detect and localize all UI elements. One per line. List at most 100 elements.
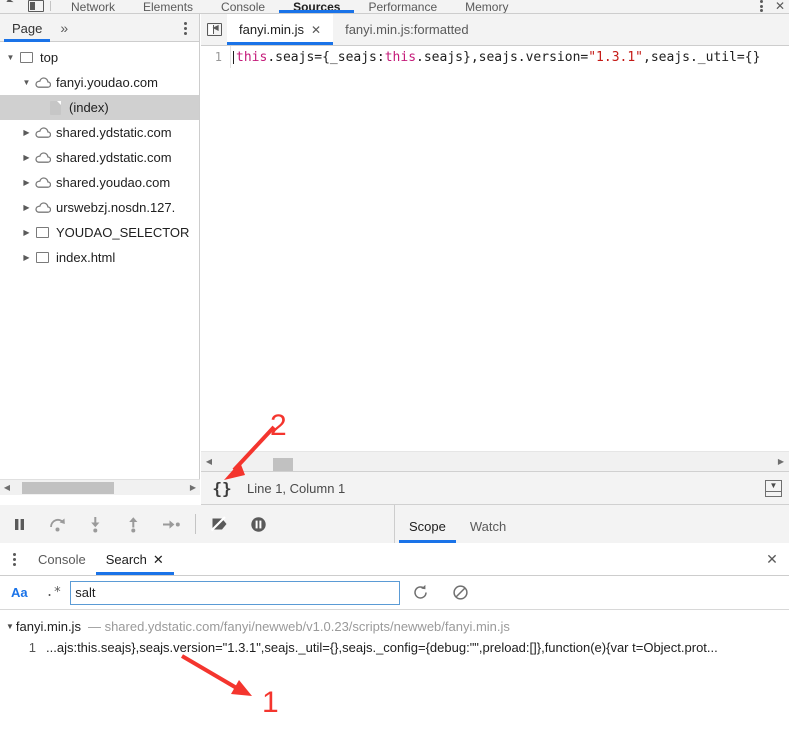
step-into-button[interactable] (76, 505, 114, 543)
scrollbar-track[interactable] (217, 454, 773, 472)
cloud-icon (33, 202, 52, 213)
close-icon[interactable]: ✕ (153, 552, 164, 568)
scroll-right-arrow-icon[interactable]: ▶ (773, 457, 789, 466)
annotation-label-1: 1 (262, 686, 279, 719)
pause-on-exceptions-button[interactable] (239, 505, 277, 543)
line-number: 1 (201, 46, 231, 68)
search-result-filename: fanyi.min.js (15, 618, 81, 634)
tree-item-index-html[interactable]: index.html (0, 245, 199, 270)
scrollbar-thumb[interactable] (22, 481, 114, 494)
tab-sources[interactable]: Sources (279, 0, 355, 13)
tree-item-shared-ydstatic-1[interactable]: shared.ydstatic.com (0, 120, 199, 145)
devtools-settings-menu-icon[interactable] (759, 0, 763, 12)
navigator-tab-page[interactable]: Page (0, 14, 54, 42)
cloud-icon (33, 77, 52, 88)
debugger-side-tabs: Scope Watch (395, 505, 789, 543)
tree-item-fanyi-youdao[interactable]: fanyi.youdao.com (0, 70, 199, 95)
tree-item-label: YOUDAO_SELECTOR (56, 225, 190, 240)
code-content[interactable]: this.seajs={_seajs:this.seajs},seajs.ver… (231, 50, 760, 65)
tab-performance[interactable]: Performance (354, 0, 451, 13)
editor-horizontal-scrollbar[interactable]: ◀ ▶ (201, 451, 789, 472)
tree-item-label: index.html (56, 250, 116, 265)
twisty-icon[interactable] (20, 203, 33, 212)
navigator-menu-icon[interactable] (184, 22, 187, 35)
match-case-button[interactable]: Aa (0, 585, 37, 600)
tree-item-shared-youdao[interactable]: shared.youdao.com (0, 170, 199, 195)
deactivate-breakpoints-button[interactable] (201, 505, 239, 543)
close-icon[interactable]: ✕ (311, 23, 321, 37)
search-result-line[interactable]: 1 ...ajs:this.seajs},seajs.version="1.3.… (0, 636, 789, 658)
tab-console[interactable]: Console (207, 0, 279, 13)
twisty-icon[interactable] (20, 253, 33, 262)
tree-item-label: fanyi.youdao.com (56, 75, 158, 90)
tab-network[interactable]: Network (57, 0, 129, 13)
tree-item-label: shared.youdao.com (56, 175, 171, 190)
code-line: 1 this.seajs={_seajs:this.seajs},seajs.v… (201, 46, 789, 68)
editor-pane: fanyi.min.js ✕ fanyi.min.js:formatted 1 … (201, 14, 789, 451)
tree-item-youdao-selector[interactable]: YOUDAO_SELECTOR (0, 220, 199, 245)
device-toolbar-icon[interactable] (28, 0, 44, 12)
show-drawer-icon[interactable]: ▼ (765, 479, 782, 497)
drawer-menu-icon[interactable] (0, 544, 28, 575)
scroll-left-arrow-icon[interactable]: ◀ (201, 457, 217, 466)
inspect-cursor-icon[interactable] (4, 0, 18, 12)
editor-tab-label: fanyi.min.js (239, 22, 305, 37)
search-input[interactable] (70, 580, 401, 605)
step-button[interactable] (152, 505, 190, 543)
scroll-right-arrow-icon[interactable]: ▶ (186, 483, 200, 492)
search-result-url: — shared.ydstatic.com/fanyi/newweb/v1.0.… (87, 618, 510, 634)
step-out-button[interactable] (114, 505, 152, 543)
tab-scope[interactable]: Scope (399, 507, 456, 543)
refresh-icon[interactable] (400, 584, 440, 601)
tree-item-top[interactable]: top (0, 45, 199, 70)
clear-icon[interactable] (440, 584, 480, 601)
frame-icon (17, 52, 36, 63)
devtools-window: Network Elements Console Sources Perform… (0, 0, 789, 745)
navigator-horizontal-scrollbar[interactable]: ◀ ▶ (0, 479, 200, 495)
twisty-icon[interactable] (20, 178, 33, 187)
tab-watch[interactable]: Watch (460, 507, 516, 543)
twisty-icon[interactable] (20, 78, 33, 87)
tree-item-urswebzj[interactable]: urswebzj.nosdn.127. (0, 195, 199, 220)
devtools-tabs: Network Elements Console Sources Perform… (57, 0, 522, 13)
editor-tab-label: fanyi.min.js:formatted (345, 22, 469, 37)
toggle-navigator-icon[interactable] (201, 14, 227, 45)
editor-tab-fanyi-min-js-formatted[interactable]: fanyi.min.js:formatted (333, 14, 481, 45)
tab-memory[interactable]: Memory (451, 0, 522, 13)
twisty-icon[interactable]: ▼ (6, 622, 14, 631)
annotation-label-2: 2 (270, 409, 287, 442)
navigator-overflow-icon[interactable]: » (54, 20, 73, 36)
drawer-tab-console[interactable]: Console (28, 544, 96, 575)
tree-item-label: top (40, 50, 59, 65)
scrollbar-track[interactable] (14, 480, 186, 496)
twisty-icon[interactable] (20, 153, 33, 162)
search-result-line-text: ...ajs:this.seajs},seajs.version="1.3.1"… (46, 639, 718, 655)
cloud-icon (33, 152, 52, 163)
twisty-icon[interactable] (20, 228, 33, 237)
code-token: this (384, 49, 417, 65)
drawer-tabbar: Console Search ✕ ✕ (0, 544, 789, 576)
twisty-icon[interactable] (4, 53, 17, 62)
tree-item-label: (index) (69, 100, 109, 115)
code-editor[interactable]: 1 this.seajs={_seajs:this.seajs},seajs.v… (201, 46, 789, 451)
code-token: ,seajs._util={} (643, 49, 761, 65)
drawer-tab-search[interactable]: Search ✕ (95, 544, 174, 575)
editor-tab-fanyi-min-js[interactable]: fanyi.min.js ✕ (227, 14, 334, 45)
devtools-close-icon[interactable]: ✕ (775, 0, 785, 13)
tab-elements[interactable]: Elements (129, 0, 207, 13)
drawer-panel: Console Search ✕ ✕ Aa .* ▼ fanyi.min.js (0, 544, 789, 745)
cloud-icon (33, 127, 52, 138)
navigator-pane: Page » top fanyi.youdao.com (index) (0, 14, 200, 495)
scroll-left-arrow-icon[interactable]: ◀ (0, 483, 14, 492)
editor-tabbar: fanyi.min.js ✕ fanyi.min.js:formatted (201, 14, 789, 46)
code-token: this (236, 49, 268, 65)
search-result-file[interactable]: ▼ fanyi.min.js — shared.ydstatic.com/fan… (0, 616, 789, 636)
tree-item-index[interactable]: (index) (0, 95, 199, 120)
tree-item-shared-ydstatic-2[interactable]: shared.ydstatic.com (0, 145, 199, 170)
drawer-close-icon[interactable]: ✕ (755, 544, 789, 575)
step-over-button[interactable] (38, 505, 76, 543)
twisty-icon[interactable] (20, 128, 33, 137)
regex-button[interactable]: .* (37, 585, 71, 600)
search-results: ▼ fanyi.min.js — shared.ydstatic.com/fan… (0, 610, 789, 658)
pause-resume-button[interactable] (0, 505, 38, 543)
